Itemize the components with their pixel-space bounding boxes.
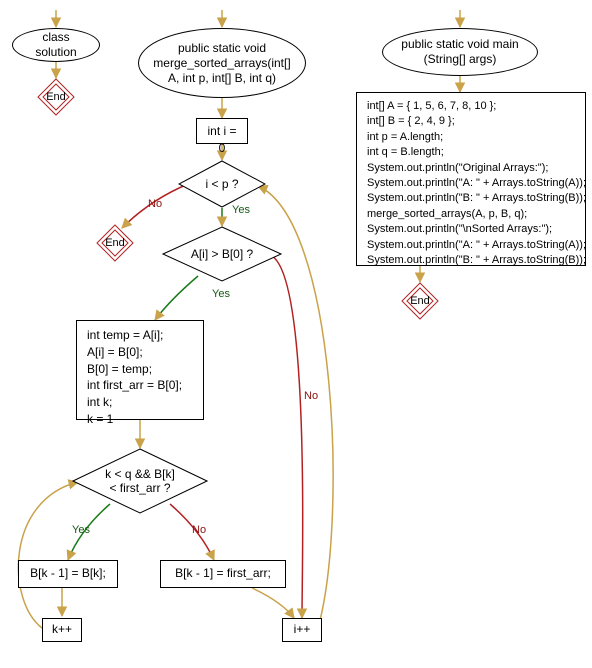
label-assign-first: B[k - 1] = first_arr;: [175, 566, 271, 580]
node-cond-ip: i < p ?: [178, 160, 266, 208]
label-assign-bk: B[k - 1] = B[k];: [30, 566, 106, 580]
node-end-2: End: [96, 224, 134, 262]
edge-label-ip-no: No: [148, 198, 162, 210]
end-label-3: End: [401, 282, 439, 320]
node-swap-block: int temp = A[i]; A[i] = B[0]; B[0] = tem…: [76, 320, 204, 420]
node-end-1: End: [37, 78, 75, 116]
edge-label-kq-yes: Yes: [72, 524, 90, 536]
label-cond-kq: k < q && B[k] < first_arr ?: [72, 448, 208, 514]
flowchart-canvas: class solution End public static void me…: [0, 0, 592, 668]
label-merge-sig: public static void merge_sorted_arrays(i…: [149, 41, 295, 86]
node-class-solution: class solution: [12, 28, 100, 62]
label-cond-ip: i < p ?: [178, 160, 266, 208]
node-cond-kq: k < q && B[k] < first_arr ?: [72, 448, 208, 514]
label-swap-block: int temp = A[i]; A[i] = B[0]; B[0] = tem…: [87, 328, 182, 426]
node-main-sig: public static void main (String[] args): [382, 28, 538, 76]
label-main-sig: public static void main (String[] args): [393, 37, 527, 67]
node-assign-first: B[k - 1] = first_arr;: [160, 560, 286, 588]
edge-label-kq-no: No: [192, 524, 206, 536]
node-cond-ab: A[i] > B[0] ?: [162, 226, 282, 282]
node-main-body: int[] A = { 1, 5, 6, 7, 8, 10 }; int[] B…: [356, 92, 586, 266]
label-class-solution: class solution: [23, 30, 89, 60]
label-main-body: int[] A = { 1, 5, 6, 7, 8, 10 }; int[] B…: [367, 100, 586, 266]
end-label-2: End: [96, 224, 134, 262]
node-assign-bk: B[k - 1] = B[k];: [18, 560, 118, 588]
edge-label-ab-yes: Yes: [212, 288, 230, 300]
label-cond-ab: A[i] > B[0] ?: [162, 226, 282, 282]
label-ipp: i++: [294, 622, 311, 636]
node-end-3: End: [401, 282, 439, 320]
node-init-i: int i = 0: [196, 118, 248, 144]
node-merge-sig: public static void merge_sorted_arrays(i…: [138, 28, 306, 98]
label-init-i: int i = 0: [207, 124, 236, 155]
end-label-1: End: [37, 78, 75, 116]
label-kpp: k++: [52, 622, 72, 636]
node-ipp: i++: [282, 618, 322, 642]
edge-label-ip-yes: Yes: [232, 204, 250, 216]
node-kpp: k++: [42, 618, 82, 642]
edge-label-ab-no: No: [304, 390, 318, 402]
